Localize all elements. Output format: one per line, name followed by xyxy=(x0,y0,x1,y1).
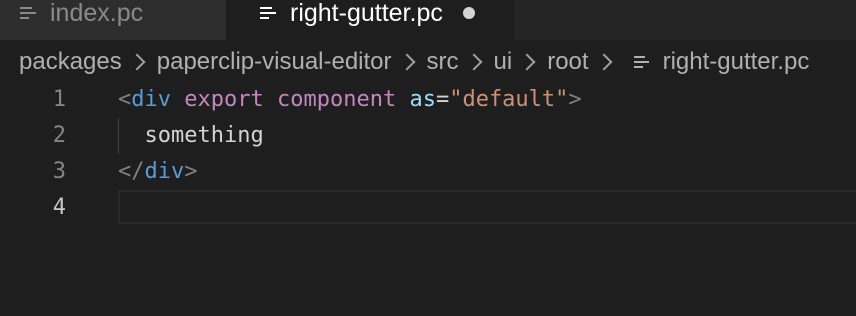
line-number: 1 xyxy=(52,87,66,112)
unsaved-changes-dot-icon[interactable] xyxy=(462,7,475,19)
code-line[interactable]: 2 something xyxy=(0,118,856,154)
chevron-right-icon xyxy=(128,53,146,71)
code-token: as xyxy=(409,87,436,112)
chevron-right-icon xyxy=(595,53,613,71)
tab-right-gutter-pc[interactable]: right-gutter.pc xyxy=(226,0,514,40)
chevron-right-icon xyxy=(518,53,536,71)
line-number: 2 xyxy=(52,123,66,148)
lines-file-icon xyxy=(260,6,276,20)
breadcrumb-item-src[interactable]: src xyxy=(427,48,459,76)
code-line[interactable]: 4 xyxy=(0,190,856,226)
code-line[interactable]: 3 </div> xyxy=(0,154,856,190)
code-token: "default" xyxy=(449,87,569,112)
code-token: = xyxy=(435,87,450,112)
code-token: < xyxy=(118,87,132,112)
code-token: div xyxy=(144,159,185,184)
line-number: 3 xyxy=(52,159,66,184)
tab-label: index.pc xyxy=(50,0,144,27)
line-content[interactable]: </div> xyxy=(118,154,198,190)
breadcrumb: packages paperclip-visual-editor src ui … xyxy=(0,40,856,84)
code-token: > xyxy=(184,159,198,184)
code-token: component xyxy=(276,87,397,112)
breadcrumb-item-ui[interactable]: ui xyxy=(494,48,513,76)
lines-file-icon xyxy=(633,55,649,69)
chevron-right-icon xyxy=(398,53,416,71)
tab-bar: index.pc right-gutter.pc xyxy=(0,0,856,40)
line-content[interactable]: <div export component as="default"> xyxy=(118,82,582,118)
breadcrumb-item-paperclip-visual-editor[interactable]: paperclip-visual-editor xyxy=(157,48,392,76)
code-token: export xyxy=(184,87,264,112)
code-line[interactable]: 1 <div export component as="default"> xyxy=(0,82,856,118)
lines-file-icon xyxy=(20,6,36,20)
code-token: something xyxy=(118,123,264,148)
code-token: div xyxy=(131,87,171,112)
tab-label: right-gutter.pc xyxy=(290,0,443,27)
tab-index-pc[interactable]: index.pc xyxy=(0,0,226,40)
chevron-right-icon xyxy=(465,53,483,71)
line-number: 4 xyxy=(52,195,66,220)
line-content[interactable]: something xyxy=(118,118,264,154)
code-token: </ xyxy=(118,159,145,184)
breadcrumb-item-packages[interactable]: packages xyxy=(19,48,122,76)
breadcrumb-item-root[interactable]: root xyxy=(547,48,588,76)
code-area[interactable]: 1 <div export component as="default"> 2 … xyxy=(0,82,856,226)
code-editor: index.pc right-gutter.pc packages paperc… xyxy=(0,0,856,316)
code-token: > xyxy=(568,87,582,112)
breadcrumb-item-file[interactable]: right-gutter.pc xyxy=(663,48,810,76)
